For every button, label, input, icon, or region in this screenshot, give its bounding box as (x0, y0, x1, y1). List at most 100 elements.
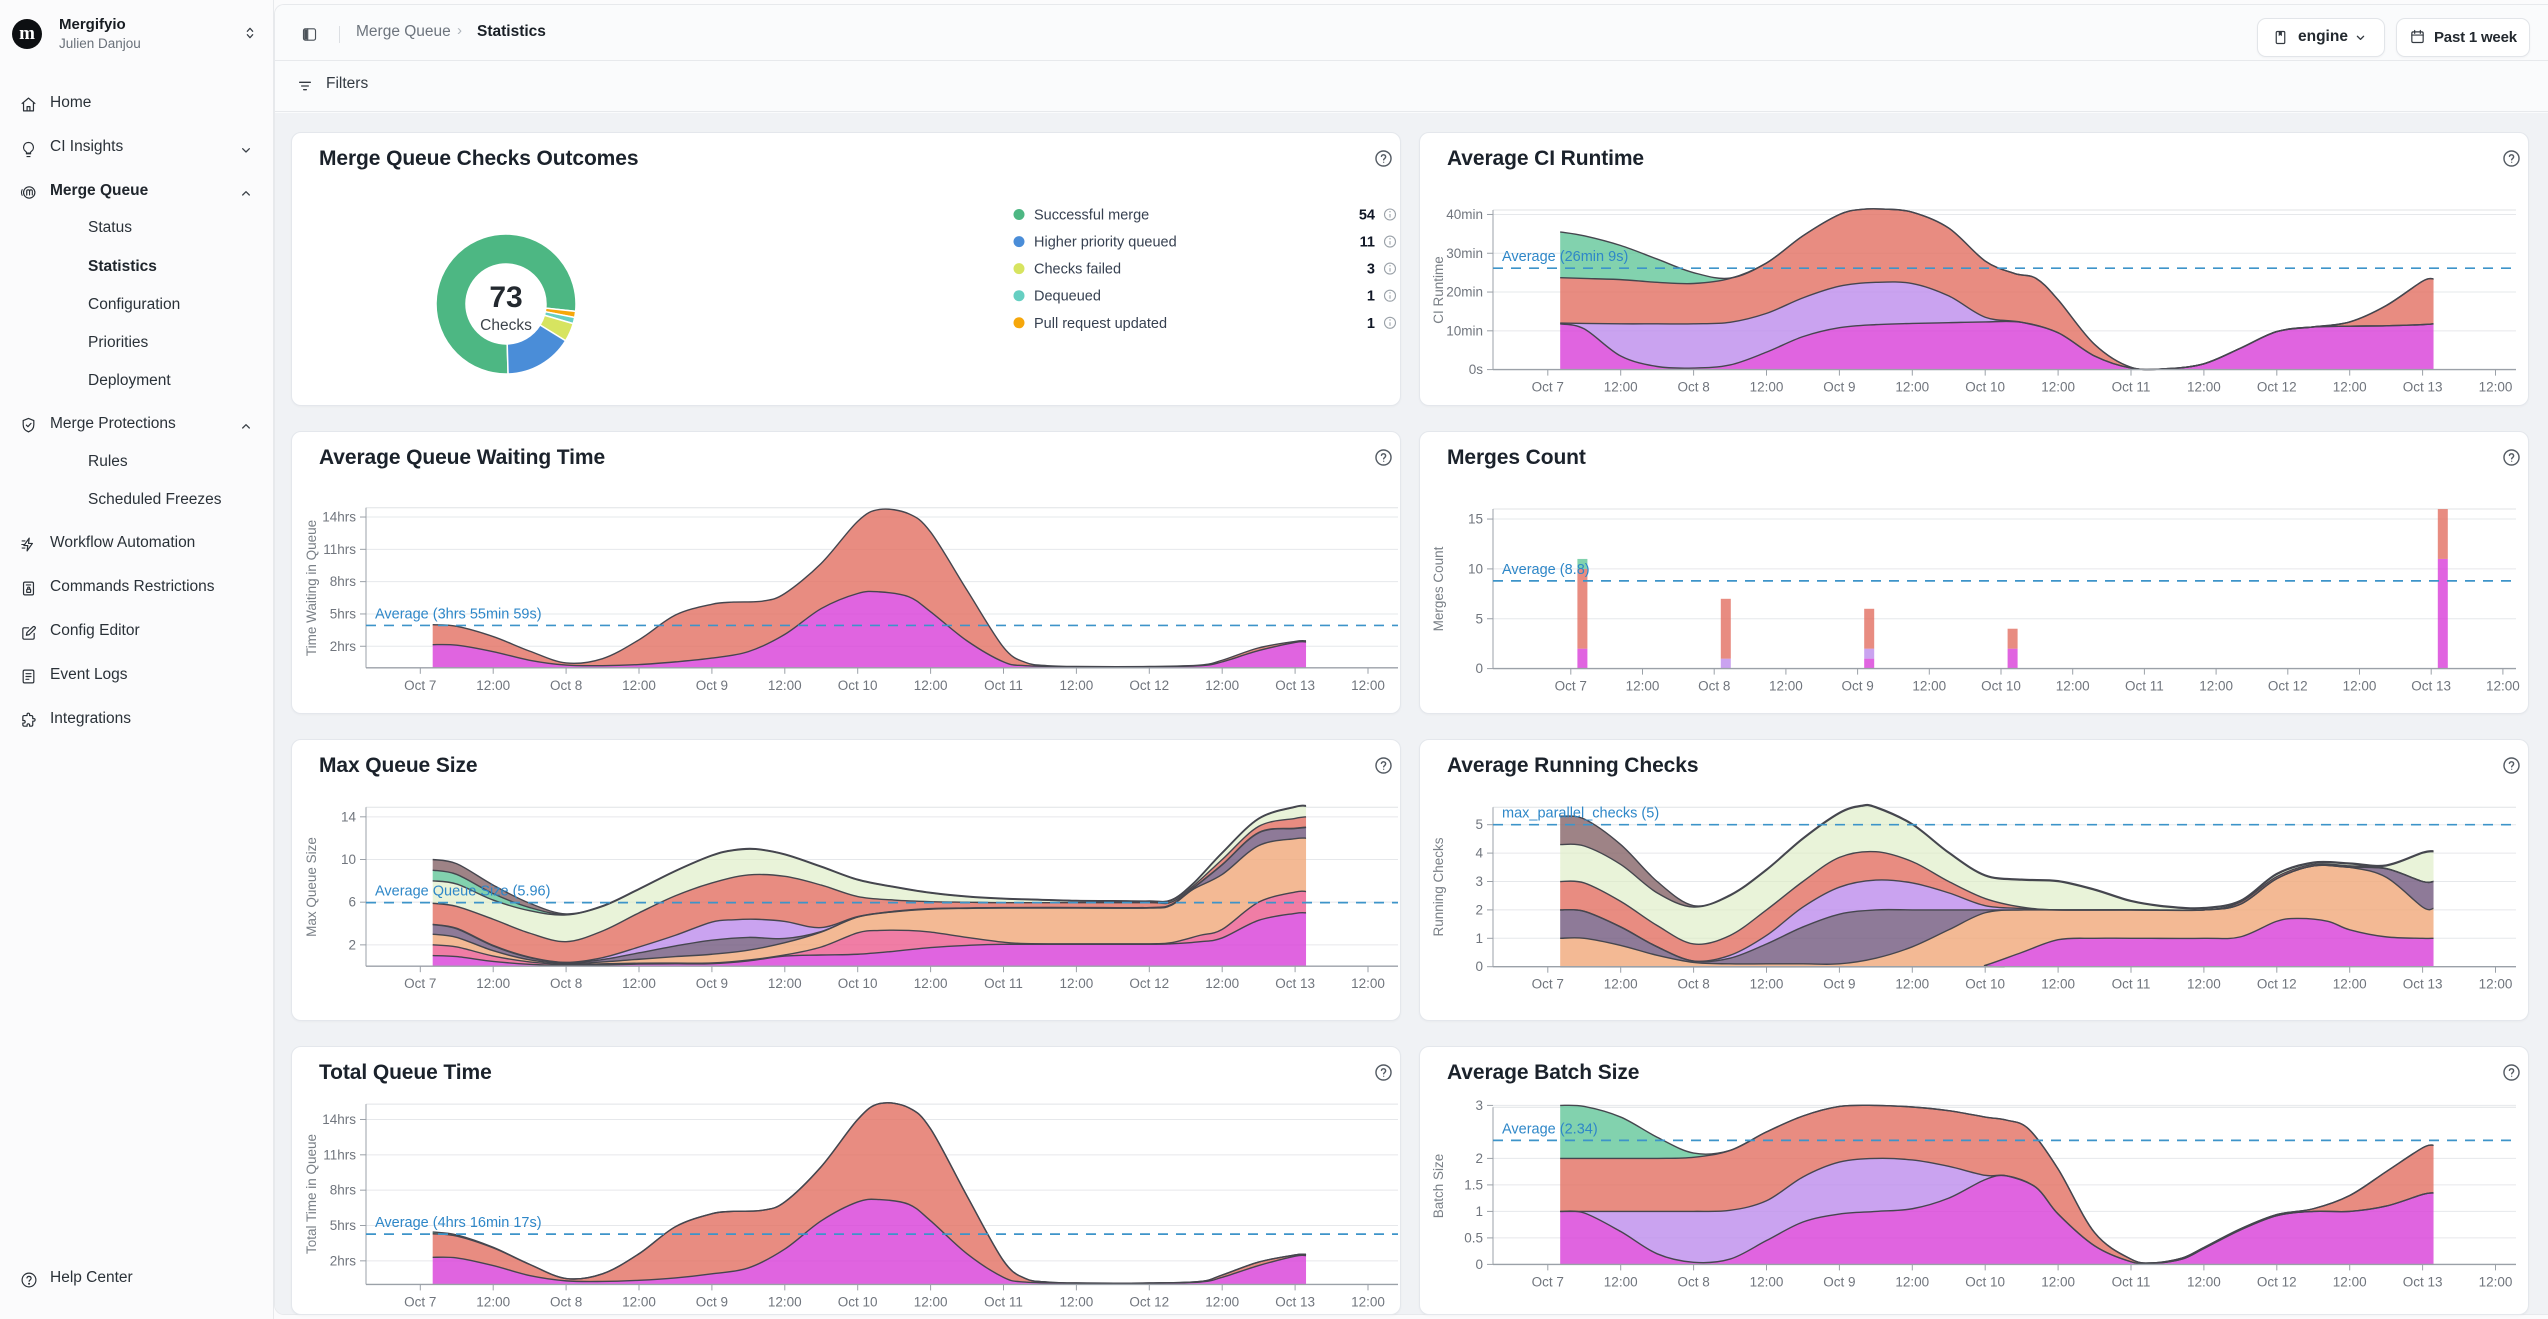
svg-text:0: 0 (1475, 661, 1483, 676)
svg-text:12:00: 12:00 (2187, 977, 2221, 992)
svg-text:12:00: 12:00 (2343, 679, 2377, 694)
svg-text:Oct 9: Oct 9 (1823, 977, 1855, 992)
svg-text:Oct 11: Oct 11 (984, 976, 1023, 991)
svg-text:Oct 11: Oct 11 (2112, 977, 2151, 992)
svg-text:0s: 0s (1469, 362, 1484, 377)
svg-text:Checks: Checks (480, 317, 532, 334)
svg-text:5hrs: 5hrs (330, 1218, 357, 1233)
svg-text:max_parallel_checks (5): max_parallel_checks (5) (1502, 806, 1659, 822)
svg-text:5: 5 (1475, 611, 1483, 626)
svg-text:2hrs: 2hrs (330, 639, 357, 654)
svg-text:1: 1 (1475, 1204, 1483, 1219)
svg-text:Oct 9: Oct 9 (1823, 380, 1855, 395)
svg-text:Oct 10: Oct 10 (1981, 679, 2021, 694)
svg-text:12:00: 12:00 (1351, 1294, 1385, 1309)
svg-text:Oct 7: Oct 7 (404, 678, 436, 693)
svg-text:Oct 13: Oct 13 (2403, 977, 2443, 992)
svg-text:Successful merge: Successful merge (1034, 208, 1149, 224)
svg-text:Oct 7: Oct 7 (404, 976, 436, 991)
svg-text:12:00: 12:00 (2187, 1274, 2221, 1289)
svg-text:1: 1 (1367, 289, 1375, 305)
svg-text:12:00: 12:00 (1205, 976, 1239, 991)
svg-text:12:00: 12:00 (1351, 976, 1385, 991)
svg-text:12:00: 12:00 (1895, 380, 1929, 395)
svg-text:Oct 8: Oct 8 (1677, 977, 1709, 992)
svg-text:2: 2 (348, 937, 356, 952)
svg-text:12:00: 12:00 (1769, 679, 1803, 694)
svg-text:3: 3 (1475, 1098, 1483, 1113)
svg-text:12:00: 12:00 (768, 976, 802, 991)
svg-text:Higher priority queued: Higher priority queued (1034, 235, 1177, 251)
svg-text:Oct 13: Oct 13 (2403, 380, 2443, 395)
svg-text:Oct 11: Oct 11 (2125, 679, 2164, 694)
svg-text:0: 0 (1475, 959, 1483, 974)
svg-text:12:00: 12:00 (2486, 679, 2520, 694)
svg-text:Oct 11: Oct 11 (984, 1294, 1023, 1309)
svg-text:12:00: 12:00 (768, 678, 802, 693)
svg-text:Oct 12: Oct 12 (1129, 976, 1169, 991)
svg-text:2: 2 (1475, 1151, 1483, 1166)
svg-text:11: 11 (1360, 235, 1375, 251)
svg-text:4: 4 (1475, 846, 1483, 861)
svg-text:30min: 30min (1446, 246, 1483, 261)
svg-text:Average (8.8): Average (8.8) (1502, 562, 1590, 578)
svg-text:Oct 13: Oct 13 (1275, 678, 1315, 693)
svg-text:Average Queue Size (5.96): Average Queue Size (5.96) (375, 884, 550, 900)
svg-text:12:00: 12:00 (768, 1294, 802, 1309)
svg-text:12:00: 12:00 (914, 1294, 948, 1309)
svg-text:2: 2 (1475, 902, 1483, 917)
svg-text:Oct 13: Oct 13 (2403, 1274, 2443, 1289)
svg-text:5hrs: 5hrs (330, 606, 357, 621)
svg-text:12:00: 12:00 (1912, 679, 1946, 694)
svg-text:Oct 12: Oct 12 (2257, 1274, 2297, 1289)
svg-text:11hrs: 11hrs (323, 1147, 356, 1162)
svg-text:12:00: 12:00 (2479, 380, 2513, 395)
svg-text:Average (4hrs 16min 17s): Average (4hrs 16min 17s) (375, 1215, 542, 1231)
svg-text:Oct 7: Oct 7 (1555, 679, 1587, 694)
svg-text:12:00: 12:00 (2333, 977, 2367, 992)
svg-text:Oct 12: Oct 12 (2257, 380, 2297, 395)
svg-text:Oct 9: Oct 9 (696, 976, 728, 991)
svg-text:10min: 10min (1446, 323, 1483, 338)
svg-text:1.5: 1.5 (1464, 1177, 1483, 1192)
svg-text:12:00: 12:00 (1205, 678, 1239, 693)
svg-text:12:00: 12:00 (2187, 380, 2221, 395)
svg-text:Oct 12: Oct 12 (2257, 977, 2297, 992)
svg-text:Average (26min 9s): Average (26min 9s) (1502, 249, 1628, 265)
svg-text:12:00: 12:00 (2479, 1274, 2513, 1289)
svg-text:Oct 10: Oct 10 (838, 976, 878, 991)
svg-text:10: 10 (1468, 561, 1483, 576)
svg-text:Oct 9: Oct 9 (696, 678, 728, 693)
svg-text:Dequeued: Dequeued (1034, 289, 1101, 305)
svg-text:Oct 8: Oct 8 (1677, 380, 1709, 395)
svg-text:12:00: 12:00 (1895, 1274, 1929, 1289)
svg-text:2hrs: 2hrs (330, 1253, 357, 1268)
svg-text:Oct 12: Oct 12 (1129, 1294, 1169, 1309)
svg-text:12:00: 12:00 (1604, 1274, 1638, 1289)
svg-text:Oct 9: Oct 9 (1841, 679, 1873, 694)
svg-text:12:00: 12:00 (1351, 678, 1385, 693)
svg-text:12:00: 12:00 (476, 976, 510, 991)
svg-text:12:00: 12:00 (1205, 1294, 1239, 1309)
svg-text:Oct 13: Oct 13 (1275, 976, 1315, 991)
svg-text:Oct 10: Oct 10 (838, 1294, 878, 1309)
svg-text:3: 3 (1475, 874, 1483, 889)
svg-text:8hrs: 8hrs (330, 1183, 357, 1198)
svg-text:Oct 10: Oct 10 (1965, 380, 2005, 395)
svg-text:12:00: 12:00 (2041, 1274, 2075, 1289)
svg-text:12:00: 12:00 (914, 976, 948, 991)
svg-text:12:00: 12:00 (622, 1294, 656, 1309)
svg-text:12:00: 12:00 (2333, 1274, 2367, 1289)
svg-text:Oct 7: Oct 7 (1532, 977, 1564, 992)
svg-text:1: 1 (1475, 931, 1483, 946)
svg-text:14hrs: 14hrs (322, 510, 356, 525)
svg-text:Oct 9: Oct 9 (696, 1294, 728, 1309)
svg-text:8hrs: 8hrs (330, 574, 357, 589)
svg-text:40min: 40min (1446, 207, 1483, 222)
svg-text:Oct 10: Oct 10 (838, 678, 878, 693)
svg-text:5: 5 (1475, 817, 1483, 832)
svg-text:12:00: 12:00 (476, 1294, 510, 1309)
svg-text:54: 54 (1359, 208, 1375, 224)
svg-text:12:00: 12:00 (1604, 977, 1638, 992)
svg-text:Oct 8: Oct 8 (550, 678, 582, 693)
